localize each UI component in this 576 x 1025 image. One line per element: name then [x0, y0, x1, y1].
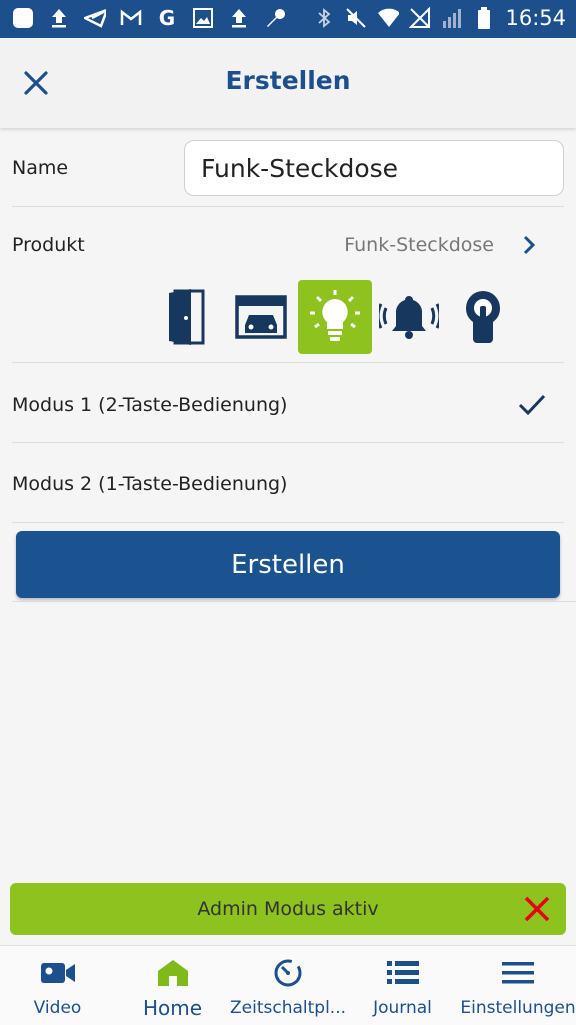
- name-label: Name: [12, 157, 69, 179]
- lock-option[interactable]: [446, 280, 520, 354]
- nav-settings[interactable]: Einstellungen: [460, 946, 576, 1025]
- bluetooth-icon: [313, 7, 335, 29]
- system-icons: 16:54: [313, 6, 566, 30]
- nav-schedule-label: Zeitschaltpl...: [230, 998, 347, 1018]
- mode-2-label: Modus 2 (1-Taste-Bedienung): [12, 473, 288, 495]
- mode-1-row[interactable]: Modus 1 (2-Taste-Bedienung): [12, 362, 564, 443]
- product-value: Funk-Steckdose: [344, 234, 494, 256]
- bell-icon: [379, 296, 439, 339]
- bell-option[interactable]: [372, 280, 446, 354]
- lock-cylinder-icon: [465, 291, 501, 343]
- nav-home-label: Home: [142, 996, 203, 1020]
- nav-journal[interactable]: Journal: [345, 946, 460, 1025]
- nav-schedule[interactable]: Zeitschaltpl...: [230, 946, 347, 1025]
- name-row: Name: [12, 128, 564, 207]
- app-bar: Erstellen: [0, 38, 576, 128]
- page-title: Erstellen: [225, 66, 351, 95]
- admin-mode-text: Admin Modus aktiv: [197, 898, 379, 920]
- notification-icons: G: [12, 7, 286, 29]
- close-banner-icon[interactable]: [522, 894, 552, 924]
- upload-icon: [228, 7, 250, 29]
- no-signal-icon: [409, 7, 431, 29]
- chevron-right-icon[interactable]: [520, 234, 538, 256]
- product-label: Produkt: [12, 234, 85, 256]
- list-icon: [386, 961, 419, 984]
- nav-journal-label: Journal: [373, 998, 432, 1018]
- light-option[interactable]: [298, 280, 372, 354]
- nav-video-label: Video: [33, 998, 82, 1018]
- nav-settings-label: Einstellungen: [460, 998, 576, 1018]
- checkmark-icon: [518, 394, 546, 416]
- create-button[interactable]: Erstellen: [16, 531, 560, 598]
- home-icon: [157, 960, 188, 986]
- wifi-icon: [377, 7, 400, 29]
- timer-icon: [274, 959, 301, 987]
- garage-icon: [235, 295, 287, 339]
- clock: 16:54: [505, 6, 566, 30]
- garage-option[interactable]: [224, 280, 298, 354]
- nav-video[interactable]: Video: [0, 946, 115, 1025]
- mode-1-label: Modus 1 (2-Taste-Bedienung): [12, 394, 288, 416]
- google-icon: G: [158, 6, 176, 30]
- wrench-icon: [264, 7, 286, 29]
- name-input[interactable]: [184, 140, 564, 196]
- nav-home[interactable]: Home: [115, 946, 230, 1025]
- bottom-navigation: Video Home Zeitschaltpl... Journal Einst…: [0, 945, 576, 1025]
- divider: [12, 601, 576, 602]
- mode-2-row[interactable]: Modus 2 (1-Taste-Bedienung): [12, 442, 564, 523]
- product-type-icons: [150, 280, 520, 354]
- app-square-icon: [12, 7, 34, 29]
- send-icon: [84, 7, 106, 29]
- gmail-icon: [120, 7, 142, 29]
- door-option[interactable]: [150, 280, 224, 354]
- battery-icon: [473, 7, 495, 29]
- mute-icon: [345, 7, 367, 29]
- signal-bars-icon: [441, 7, 463, 29]
- door-icon: [169, 289, 205, 345]
- status-bar: G 16:54: [0, 0, 576, 38]
- admin-mode-banner: Admin Modus aktiv: [10, 883, 566, 935]
- video-camera-icon: [40, 963, 75, 983]
- upload-icon: [48, 7, 70, 29]
- image-icon: [192, 7, 214, 29]
- menu-icon: [502, 962, 534, 984]
- light-bulb-icon: [310, 290, 360, 341]
